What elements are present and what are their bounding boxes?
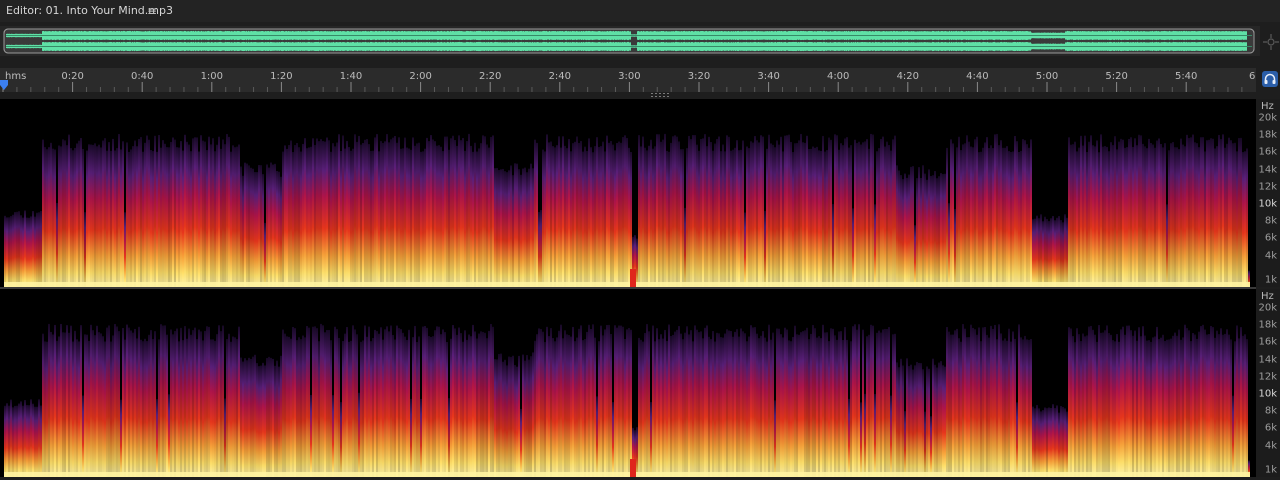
frequency-unit-label: Hz [1261,101,1274,112]
frequency-tick-label: 4k [1264,250,1277,262]
frequency-tick-label: 8k [1264,215,1277,227]
time-label: 0:20 [61,71,84,82]
time-label: 0:40 [130,71,154,82]
time-unit-label: hms [5,71,27,82]
time-label: 3:40 [757,71,780,82]
time-label: 2:40 [548,71,572,82]
frequency-tick-label: 6k [1264,422,1277,434]
frequency-unit-label: Hz [1261,291,1274,302]
time-label: 4:40 [966,71,989,82]
time-label: 2:20 [478,71,502,82]
frequency-tick-label: 10k [1258,388,1277,400]
headphones-icon [1264,73,1276,84]
frequency-tick-label: 20k [1258,302,1277,314]
frequency-tick-label: 14k [1258,164,1277,176]
time-label: 5:20 [1105,71,1128,82]
time-label: 2:00 [409,71,432,82]
frequency-tick-label: 12k [1258,181,1277,193]
frequency-tick-label: 16k [1258,336,1277,348]
time-label: 5:40 [1174,71,1198,82]
zoom-navigator-icon[interactable] [1262,32,1280,52]
panel-resize-handle[interactable] [650,93,672,98]
spectrogram-channel-left[interactable] [0,99,1256,287]
frequency-tick-label: 10k [1258,198,1277,210]
time-label: 4:20 [896,71,920,82]
frequency-tick-label: 1k [1264,464,1277,476]
overview-waveform[interactable] [0,26,1260,56]
time-ruler[interactable]: hms 0:20 0:40 1:00 1:20 1:40 2:00 2:20 2:40 3:00… [0,68,1256,92]
time-label: 5:00 [1035,71,1059,82]
frequency-tick-label: 18k [1258,129,1277,141]
time-label: 4:00 [826,71,850,82]
frequency-tick-label: 12k [1258,371,1277,383]
frequency-scale-right: Hz 20k 18k 16k 14k 12k 10k 8k 6k 4k 1k [1256,289,1280,477]
frequency-tick-label: 4k [1264,440,1277,452]
frequency-tick-label: 14k [1258,354,1277,366]
time-label: 6 [1249,71,1256,82]
playhead-marker-icon[interactable] [0,80,8,90]
frequency-tick-label: 6k [1264,232,1277,244]
editor-title-bar: Editor: 01. Into Your Mind.mp3 ≡ [0,0,1280,22]
time-label: 1:40 [339,71,363,82]
time-label: 3:00 [618,71,641,82]
hamburger-menu-icon[interactable]: ≡ [147,0,157,22]
spectrogram-channel-right[interactable] [0,289,1256,477]
frequency-tick-label: 18k [1258,319,1277,331]
frequency-tick-label: 16k [1258,146,1277,158]
frequency-tick-label: 8k [1264,405,1277,417]
frequency-tick-label: 1k [1264,274,1277,286]
time-label: 3:20 [687,71,711,82]
time-label: 1:20 [270,71,293,82]
frequency-tick-label: 20k [1258,112,1277,124]
headphones-button[interactable] [1262,71,1278,87]
frequency-scale-left: Hz 20k 18k 16k 14k 12k 10k 8k 6k 4k 1k [1256,99,1280,287]
time-label: 1:00 [200,71,224,82]
